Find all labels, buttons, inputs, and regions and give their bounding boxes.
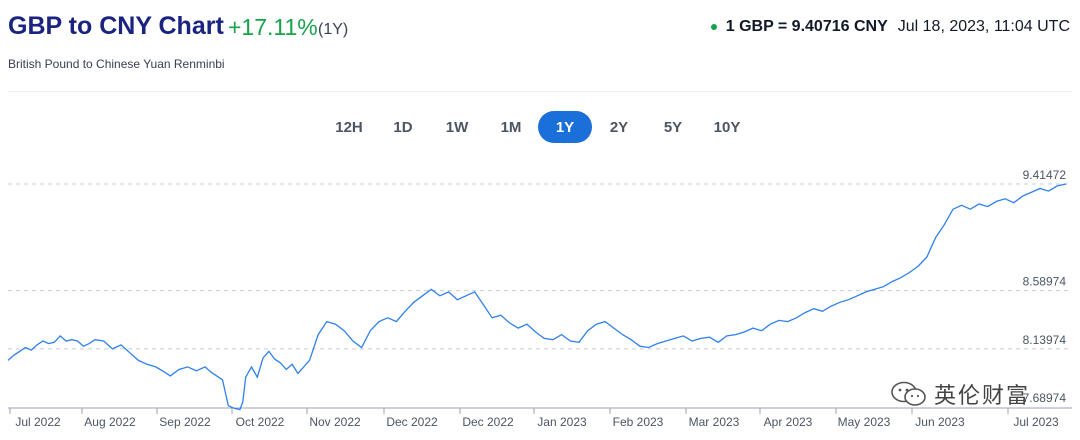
current-rate: 1 GBP = 9.40716 CNY [725,18,888,35]
x-tick-label: Jun 2023 [915,415,965,429]
x-tick-label: Jan 2023 [537,415,587,429]
watermark-text: 英伦财富 [934,383,1031,408]
wechat-icon [891,381,926,406]
header-divider [8,91,1072,92]
range-button-2y[interactable]: 2Y [592,111,646,143]
period-label: (1Y) [318,21,349,38]
x-tick-label: Aug 2022 [84,415,136,429]
x-tick-label: May 2023 [838,415,891,429]
pair-subtitle: British Pound to Chinese Yuan Renminbi [8,57,225,71]
x-tick-label: Dec 2022 [462,415,514,429]
range-button-1y[interactable]: 1Y [538,111,592,143]
range-button-10y[interactable]: 10Y [700,111,754,143]
x-tick-label: Dec 2022 [386,415,438,429]
range-button-5y[interactable]: 5Y [646,111,700,143]
x-tick-label: Nov 2022 [309,415,361,429]
range-button-1m[interactable]: 1M [484,111,538,143]
x-tick-label: Feb 2023 [613,415,664,429]
x-tick-label: Jul 2023 [1013,415,1059,429]
range-button-12h[interactable]: 12H [322,111,376,143]
time-range-selector: 12H 1D 1W 1M 1Y 2Y 5Y 10Y [322,111,754,143]
live-dot-icon [710,24,717,30]
range-button-1w[interactable]: 1W [430,111,484,143]
x-tick-label: Oct 2022 [236,415,285,429]
y-tick-label: 8.58974 [1023,275,1067,289]
rate-timestamp: Jul 18, 2023, 11:04 UTC [897,18,1070,35]
series-line [7,183,1067,411]
percent-change: +17.11% [228,14,318,40]
x-tick-label: Jul 2022 [15,415,61,429]
x-tick-label: Mar 2023 [689,415,740,429]
live-rate: 1 GBP = 9.40716 CNY Jul 18, 2023, 11:04 … [710,18,1070,36]
y-tick-label: 8.13974 [1023,333,1067,347]
page-title: GBP to CNY Chart [8,12,224,40]
range-button-1d[interactable]: 1D [376,111,430,143]
x-tick-label: Sep 2022 [159,415,211,429]
y-tick-label: 9.41472 [1023,168,1067,182]
x-tick-label: Apr 2023 [764,415,813,429]
watermark: 英伦财富 [890,378,1030,410]
chart-header: GBP to CNY Chart +17.11% (1Y) British Po… [0,0,1080,90]
